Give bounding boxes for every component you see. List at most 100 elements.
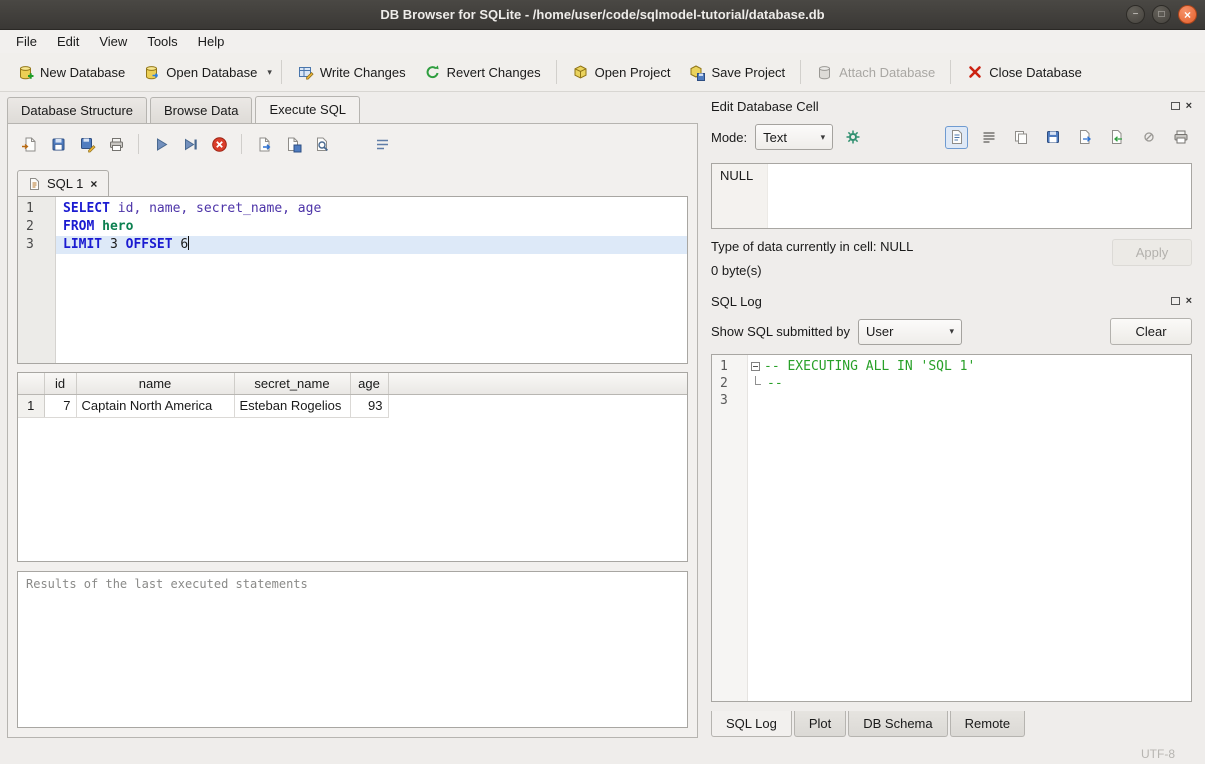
float-panel-icon[interactable] [1171,102,1180,110]
gear-icon [845,129,861,145]
execution-message-area: Results of the last executed statements [17,571,688,728]
set-null-icon [1142,130,1156,144]
sql-editor[interactable]: 1 2 3 SELECT id, name, secret_name, age … [17,196,688,364]
text-view-button[interactable] [945,126,968,149]
cell-secret-name[interactable]: Esteban Rogelios [234,394,350,417]
find-in-sql-button[interactable] [310,132,334,156]
export-cell-button[interactable] [1073,126,1096,149]
save-project-button[interactable]: Save Project [679,58,794,87]
stop-execution-button[interactable] [207,132,231,156]
log-filter-value: User [866,324,893,339]
log-comment: -- [767,375,783,392]
log-filter-row: Show SQL submitted by User ▾ Clear [711,318,1192,345]
save-sql-as-button[interactable] [75,132,99,156]
print-sql-button[interactable] [104,132,128,156]
float-panel-icon[interactable] [1171,297,1180,305]
encoding-indicator[interactable]: UTF-8 [1141,747,1175,761]
menu-view[interactable]: View [89,31,137,52]
auto-update-button[interactable] [841,125,865,149]
word-wrap-icon [374,136,391,153]
sql-tab[interactable]: SQL 1 × [17,170,109,196]
tab-execute-sql[interactable]: Execute SQL [255,96,360,124]
print-sql-icon [108,136,125,153]
new-database-button[interactable]: New Database [8,58,134,87]
revert-changes-icon [424,64,441,81]
sql-log-view[interactable]: 1 2 3 -- EXECUTING ALL IN 'SQL 1' -- [711,354,1192,702]
import-cell-button[interactable] [1105,126,1128,149]
tab-plot[interactable]: Plot [794,711,846,737]
right-pane: Edit Database Cell × Mode: Text ▾ [704,95,1205,744]
sql-table-name: hero [102,219,133,234]
results-header-row: id name secret_name age [18,373,687,394]
open-sql-file-button[interactable] [17,132,41,156]
save-results-icon [285,136,302,153]
fold-collapse-icon[interactable] [751,362,760,371]
save-sql-as-icon [79,136,96,153]
write-changes-button[interactable]: Write Changes [288,58,415,87]
save-results-button[interactable] [281,132,305,156]
sql-log-header: SQL Log × [711,290,1192,312]
tab-database-structure[interactable]: Database Structure [7,97,147,123]
export-results-button[interactable] [252,132,276,156]
close-database-button[interactable]: Close Database [957,58,1091,87]
log-filter-select[interactable]: User ▾ [858,319,962,345]
save-icon [1045,129,1061,145]
cell-id[interactable]: 7 [44,394,76,417]
toolbar-separator [281,60,282,84]
table-row[interactable]: 1 7 Captain North America Esteban Rogeli… [18,394,687,417]
menu-help[interactable]: Help [188,31,235,52]
open-database-label: Open Database [166,65,257,80]
column-header-secret-name[interactable]: secret_name [234,373,350,394]
column-header-age[interactable]: age [350,373,388,394]
tab-remote[interactable]: Remote [950,711,1026,737]
maximize-button[interactable]: □ [1152,5,1171,24]
log-line-3 [748,392,1191,409]
bottom-tab-bar: SQL Log Plot DB Schema Remote [711,711,1192,737]
cell-value: NULL [720,168,753,183]
tab-browse-data[interactable]: Browse Data [150,97,252,123]
main-content: Database Structure Browse Data Execute S… [0,92,1205,744]
open-database-button[interactable]: Open Database [134,58,266,87]
revert-changes-button[interactable]: Revert Changes [415,58,550,87]
execute-all-button[interactable] [149,132,173,156]
cell-name[interactable]: Captain North America [76,394,234,417]
execute-line-icon [182,136,199,153]
minimize-button[interactable]: − [1126,5,1145,24]
find-in-sql-icon [314,136,331,153]
open-database-dropdown-icon[interactable]: ▾ [264,61,275,84]
menu-tools[interactable]: Tools [137,31,187,52]
close-window-button[interactable]: × [1178,5,1197,24]
cell-value-editor[interactable]: NULL [711,163,1192,229]
sql-keyword: SELECT [63,201,110,216]
tab-db-schema[interactable]: DB Schema [848,711,947,737]
save-cell-button[interactable] [1041,126,1064,149]
column-header-name[interactable]: name [76,373,234,394]
copy-cell-button[interactable] [1009,126,1032,149]
mode-select[interactable]: Text ▾ [755,124,833,150]
column-header-id[interactable]: id [44,373,76,394]
binary-view-button[interactable] [977,126,1000,149]
print-cell-button[interactable] [1169,126,1192,149]
menu-edit[interactable]: Edit [47,31,89,52]
execute-sql-panel: SQL 1 × 1 2 3 SELECT id, name, secret_na… [7,123,698,738]
save-sql-file-button[interactable] [46,132,70,156]
close-sql-tab-icon[interactable]: × [89,177,98,191]
open-project-button[interactable]: Open Project [563,58,680,87]
new-database-label: New Database [40,65,125,80]
apply-button[interactable]: Apply [1112,239,1192,266]
word-wrap-button[interactable] [370,132,394,156]
cell-size-info: 0 byte(s) [711,263,913,278]
cell-info-row: Type of data currently in cell: NULL 0 b… [711,239,1192,278]
execute-line-button[interactable] [178,132,202,156]
set-null-button[interactable] [1137,126,1160,149]
close-panel-icon[interactable]: × [1186,296,1192,307]
attach-database-button[interactable]: Attach Database [807,58,944,87]
close-panel-icon[interactable]: × [1186,101,1192,112]
tab-sql-log[interactable]: SQL Log [711,711,792,737]
execute-all-icon [153,136,170,153]
sql-code-area[interactable]: SELECT id, name, secret_name, age FROM h… [56,197,687,363]
line-number: 2 [26,218,55,236]
clear-log-button[interactable]: Clear [1110,318,1192,345]
menu-file[interactable]: File [6,31,47,52]
cell-age[interactable]: 93 [350,394,388,417]
